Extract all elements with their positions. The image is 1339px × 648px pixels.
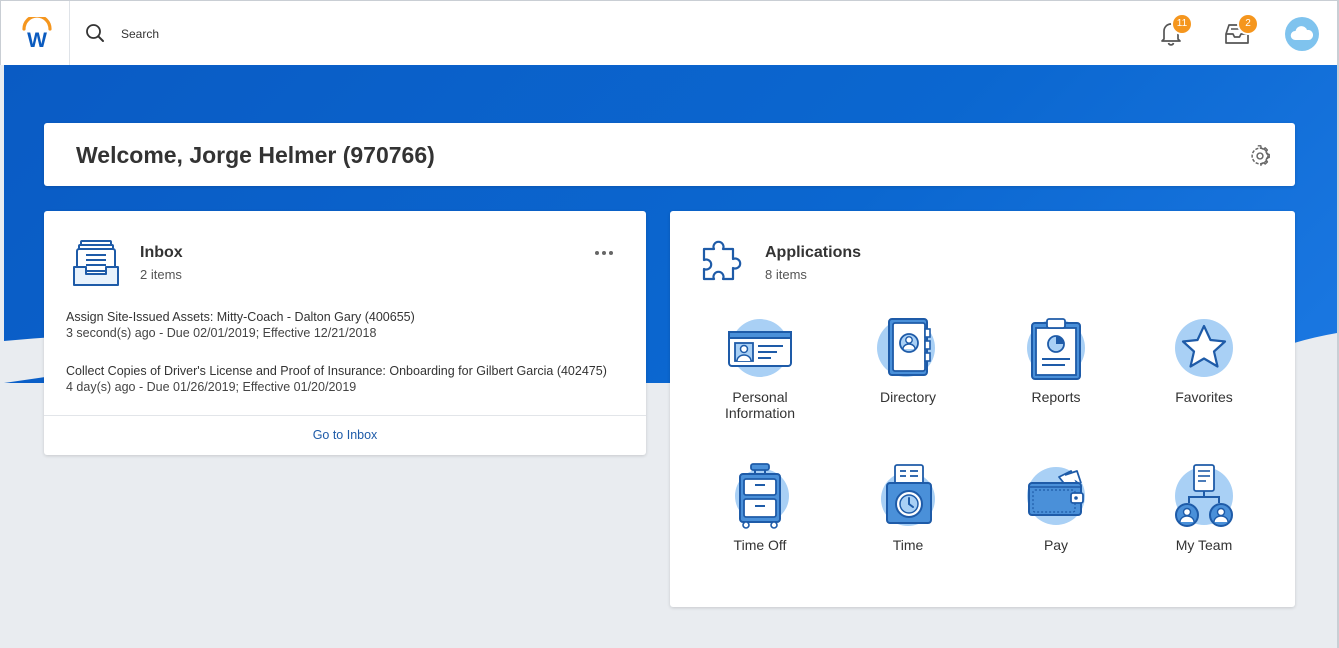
app-label: Time Off	[733, 537, 787, 553]
clipboard-chart-icon	[1027, 318, 1085, 380]
inbox-tray-button[interactable]: 2	[1219, 15, 1257, 51]
app-pay[interactable]: Pay	[991, 463, 1121, 553]
welcome-title: Welcome, Jorge Helmer (970766)	[76, 142, 435, 168]
applications-title: Applications	[765, 244, 862, 261]
search-icon[interactable]	[85, 23, 105, 43]
app-reports[interactable]: Reports	[991, 315, 1121, 405]
wallet-icon	[1027, 467, 1085, 525]
svg-text:W: W	[27, 29, 47, 49]
app-label: Pay	[1043, 537, 1069, 553]
task-meta: 3 second(s) ago - Due 02/01/2019; Effect…	[66, 326, 377, 340]
search-input[interactable]	[119, 21, 523, 47]
app-label: Time	[892, 537, 924, 553]
more-options-icon[interactable]	[592, 245, 616, 261]
app-label: Favorites	[1175, 389, 1233, 405]
puzzle-piece-icon	[702, 240, 742, 281]
app-time[interactable]: Time	[843, 463, 973, 553]
task-meta: 4 day(s) ago - Due 01/26/2019; Effective…	[66, 380, 357, 394]
team-icon	[1175, 464, 1233, 527]
inbox-stack-icon	[73, 240, 119, 286]
inbox-task[interactable]: Collect Copies of Driver's License and P…	[66, 364, 622, 394]
address-book-icon	[877, 318, 935, 377]
gear-icon[interactable]	[1249, 145, 1271, 167]
task-title[interactable]: Assign Site-Issued Assets: Mitty-Coach -…	[66, 310, 626, 324]
app-favorites[interactable]: Favorites	[1139, 315, 1269, 405]
timeclock-icon	[881, 464, 935, 526]
notifications-badge: 11	[1173, 15, 1191, 33]
app-directory[interactable]: Directory	[843, 315, 973, 405]
inbox-divider	[44, 415, 646, 416]
applications-card: Applications 8 items Personal Informatio…	[670, 211, 1295, 607]
task-title[interactable]: Collect Copies of Driver's License and P…	[66, 364, 622, 378]
app-label: My Team	[1175, 537, 1233, 553]
inbox-count: 2 items	[140, 267, 182, 282]
top-bar: W 11 2	[0, 0, 1339, 65]
welcome-card: Welcome, Jorge Helmer (970766)	[44, 123, 1295, 186]
applications-count: 8 items	[765, 267, 807, 282]
go-to-inbox-link[interactable]: Go to Inbox	[44, 428, 646, 442]
cloud-avatar-icon	[1290, 26, 1314, 40]
inbox-card: Inbox 2 items Assign Site-Issued Assets:…	[44, 211, 646, 455]
id-card-icon	[728, 319, 792, 377]
app-time-off[interactable]: Time Off	[695, 463, 825, 553]
profile-avatar-button[interactable]	[1285, 17, 1319, 51]
workday-logo-icon: W	[22, 17, 52, 49]
star-icon	[1175, 319, 1233, 377]
home-logo[interactable]: W	[1, 1, 70, 65]
app-label: Reports	[1031, 389, 1081, 405]
app-my-team[interactable]: My Team	[1139, 463, 1269, 553]
suitcase-icon	[735, 463, 789, 529]
app-personal-information[interactable]: Personal Information	[695, 315, 825, 421]
inbox-title: Inbox	[140, 244, 183, 261]
notifications-button[interactable]: 11	[1153, 15, 1191, 51]
inbox-task[interactable]: Assign Site-Issued Assets: Mitty-Coach -…	[66, 310, 626, 340]
inbox-tray-badge: 2	[1239, 15, 1257, 33]
app-label: Directory	[879, 389, 936, 405]
app-label: Personal Information	[724, 389, 796, 421]
